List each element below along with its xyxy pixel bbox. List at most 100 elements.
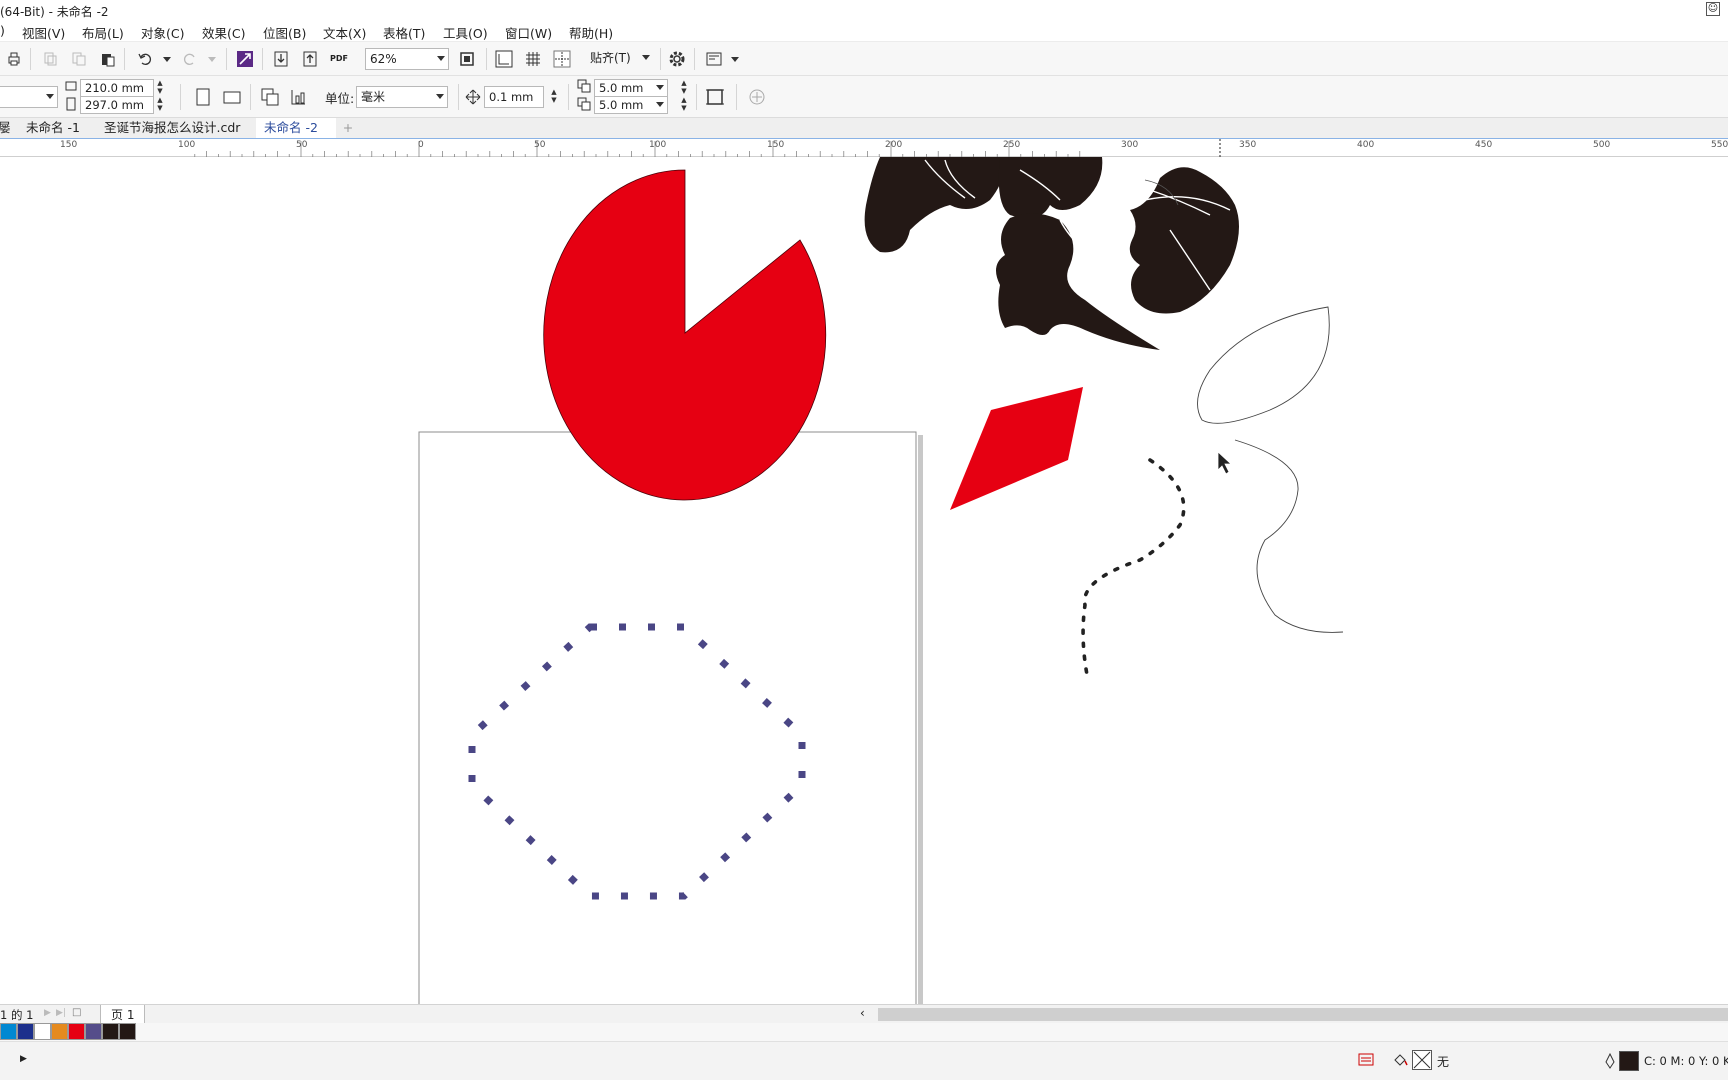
redo-icon[interactable] — [180, 49, 200, 69]
black-art-shape — [864, 157, 1239, 350]
fill-bucket-icon[interactable] — [1392, 1052, 1408, 1068]
menu-item-effects[interactable]: 效果(C) — [202, 23, 245, 42]
ruler-label: 450 — [1475, 140, 1493, 150]
menu-item-truncated[interactable]: ) — [0, 23, 5, 38]
redo-dropdown-icon[interactable] — [202, 49, 222, 69]
palette-swatch-red[interactable] — [68, 1023, 85, 1040]
zoom-level-value: 62% — [370, 52, 397, 66]
canvas-artwork — [418, 157, 1344, 1006]
menu-item-window[interactable]: 窗口(W) — [505, 23, 552, 42]
new-tab-add-icon[interactable]: + — [338, 118, 358, 138]
unit-combo[interactable]: 毫米 — [356, 86, 448, 108]
page-border-icon[interactable] — [705, 87, 725, 107]
outline-pen-icon[interactable] — [1604, 1052, 1616, 1069]
palette-swatch-purple[interactable] — [85, 1023, 102, 1040]
color-proof-icon[interactable] — [1358, 1052, 1374, 1068]
full-screen-preview-icon[interactable] — [457, 49, 477, 69]
landscape-icon[interactable] — [222, 87, 242, 107]
palette-swatch-navy[interactable] — [17, 1023, 34, 1040]
page-preset-combo[interactable] — [0, 86, 58, 108]
document-tabs: 屡 未命名 -1 圣诞节海报怎么设计.cdr 未命名 -2 + — [0, 118, 1728, 138]
duplicate-x-icon — [576, 78, 592, 94]
duplicate-y-stepper[interactable]: ▲ ▼ — [678, 96, 690, 114]
nudge-distance-stepper[interactable]: ▲ ▼ — [548, 88, 560, 106]
doc-tab-untitled-1[interactable]: 未命名 -1 — [18, 118, 88, 138]
horizontal-scrollbar[interactable] — [878, 1008, 1728, 1021]
ruler-label: 100 — [178, 140, 196, 150]
menu-item-tools[interactable]: 工具(O) — [443, 23, 488, 42]
duplicate-x-stepper[interactable]: ▲ ▼ — [678, 79, 690, 97]
paste-icon[interactable] — [98, 49, 118, 69]
last-page-icon[interactable]: ▶| — [56, 1008, 66, 1018]
copy-icon[interactable] — [69, 49, 89, 69]
doc-tab-christmas-poster[interactable]: 圣诞节海报怎么设计.cdr — [96, 118, 248, 138]
snap-to-dropdown[interactable]: 贴齐(T) — [586, 48, 650, 70]
ruler-label: 350 — [1239, 140, 1257, 150]
status-bar: ▶ 无 C: 0 M: 0 Y: 0 K: — [0, 1041, 1728, 1080]
launcher-dropdown-icon[interactable] — [725, 49, 745, 69]
doc-tab-truncated[interactable]: 屡 — [0, 118, 19, 138]
menu-item-view[interactable]: 视图(V) — [22, 23, 65, 42]
pdf-label: PDF — [330, 54, 348, 63]
cut-icon[interactable] — [40, 49, 60, 69]
snap-to-label: 贴齐(T) — [590, 51, 631, 65]
ruler-label: 0 — [418, 140, 424, 150]
doc-tab-untitled-2[interactable]: 未命名 -2 — [256, 118, 336, 138]
options-gear-icon[interactable] — [667, 49, 687, 69]
page-height-value: 297.0 mm — [85, 98, 144, 112]
outline-color-swatch[interactable] — [1619, 1051, 1639, 1071]
scroll-left-icon[interactable]: ‹ — [860, 1006, 865, 1020]
red-diamond-shape — [950, 387, 1083, 510]
menu-item-layout[interactable]: 布局(L) — [82, 23, 124, 42]
page-width-field[interactable]: 210.0 mm — [80, 79, 154, 97]
next-page-icon[interactable]: ▶ — [44, 1008, 51, 1018]
portrait-icon[interactable] — [193, 87, 213, 107]
palette-swatch-blue[interactable] — [0, 1023, 17, 1040]
page-width-stepper[interactable]: ▲ ▼ — [154, 79, 166, 97]
zoom-level-combo[interactable]: 62% — [365, 48, 449, 70]
page-height-field[interactable]: 297.0 mm — [80, 96, 154, 114]
chevron-down-icon — [46, 94, 54, 99]
add-icon[interactable] — [747, 87, 767, 107]
import-icon[interactable] — [271, 49, 291, 69]
drawing-canvas[interactable] — [0, 157, 1728, 1006]
menu-item-table[interactable]: 表格(T) — [383, 23, 425, 42]
palette-swatch-black-2[interactable] — [119, 1023, 136, 1040]
color-palette — [0, 1023, 1728, 1041]
all-pages-icon[interactable] — [260, 87, 280, 107]
menu-item-object[interactable]: 对象(C) — [141, 23, 184, 42]
ruler-label: 150 — [767, 140, 785, 150]
application-launcher-icon[interactable] — [704, 49, 724, 69]
print-icon[interactable] — [4, 49, 24, 69]
undo-icon[interactable] — [135, 49, 155, 69]
chevron-down-icon — [656, 102, 664, 107]
palette-swatch-black[interactable] — [102, 1023, 119, 1040]
dashed-black-curve — [1081, 458, 1186, 682]
red-pie-shape — [543, 169, 827, 501]
menu-item-help[interactable]: 帮助(H) — [569, 23, 613, 42]
add-page-icon[interactable]: □ — [72, 1007, 81, 1018]
search-content-icon[interactable] — [235, 49, 255, 69]
horizontal-ruler[interactable]: 150 100 50 0 50 100 150 200 250 300 350 … — [0, 138, 1728, 158]
show-guidelines-icon[interactable] — [552, 49, 572, 69]
undo-dropdown-icon[interactable] — [157, 49, 177, 69]
publish-pdf-icon[interactable]: PDF — [329, 49, 349, 69]
fill-none-swatch[interactable] — [1412, 1050, 1432, 1070]
palette-swatch-white[interactable] — [34, 1023, 51, 1040]
palette-swatch-orange[interactable] — [51, 1023, 68, 1040]
status-expand-icon[interactable]: ▶ — [20, 1054, 27, 1064]
outline-color-readout: C: 0 M: 0 Y: 0 K: — [1644, 1054, 1728, 1068]
nudge-distance-field[interactable]: 0.1 mm — [484, 86, 544, 108]
export-icon[interactable] — [300, 49, 320, 69]
chevron-down-icon — [437, 56, 445, 61]
page-tab-1[interactable]: 页 1 — [100, 1005, 146, 1024]
user-account-icon[interactable]: ☺ — [1706, 2, 1720, 16]
page-height-stepper[interactable]: ▲ ▼ — [154, 96, 166, 114]
menu-item-text[interactable]: 文本(X) — [323, 23, 366, 42]
show-rulers-icon[interactable] — [494, 49, 514, 69]
duplicate-x-field[interactable]: 5.0 mm — [594, 79, 668, 97]
current-page-icon[interactable] — [288, 87, 308, 107]
show-grid-icon[interactable] — [523, 49, 543, 69]
menu-item-bitmaps[interactable]: 位图(B) — [263, 23, 306, 42]
duplicate-y-field[interactable]: 5.0 mm — [594, 96, 668, 114]
